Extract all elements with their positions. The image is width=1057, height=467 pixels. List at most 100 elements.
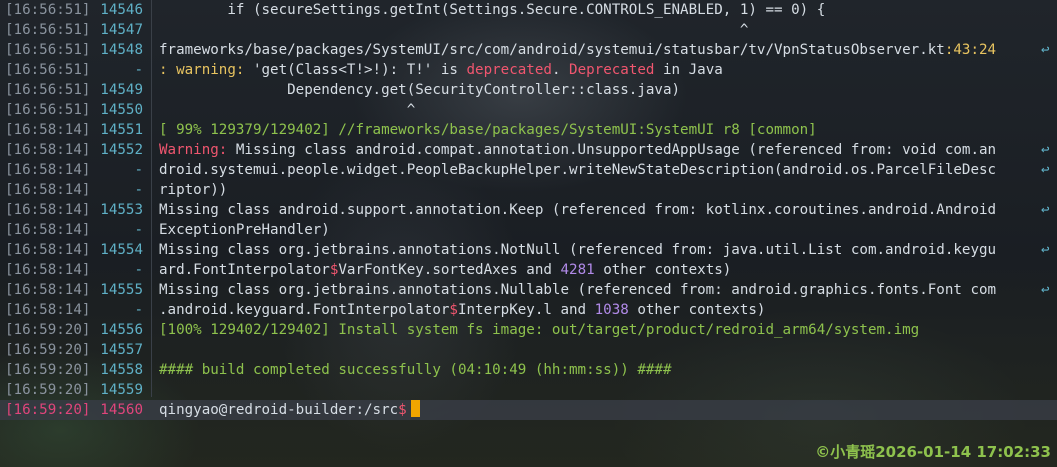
text-segment: is — [432, 62, 467, 78]
line-text: Missing class android.support.annotation… — [159, 200, 1047, 220]
line-timestamp: [16:56:51] — [5, 22, 91, 38]
shell-prompt[interactable]: qingyao@redroid-builder:/src$ — [159, 400, 1047, 420]
text-segment: deprecated — [466, 62, 552, 78]
line-number: - — [134, 222, 143, 238]
terminal-line: [16:58:14] - ExceptionPreHandler) — [0, 220, 1057, 240]
terminal-line: [16:58:14] 14551 [ 99% 129379/129402] //fr… — [0, 120, 1057, 140]
line-timestamp: [16:56:51] — [5, 62, 91, 78]
text-segment: Deprecated — [569, 62, 655, 78]
text-segment: other contexts) — [594, 262, 732, 278]
line-number: - — [134, 262, 143, 278]
line-number: 14560 — [100, 402, 143, 418]
text-segment: VarFontKey.sortedAxes and — [338, 262, 561, 278]
line-number: 14559 — [100, 382, 143, 398]
terminal-line: [16:56:51] -: warning: 'get(Class<T!>!): … — [0, 60, 1057, 80]
text-segment: $ — [449, 302, 458, 318]
line-timestamp: [16:58:14] — [5, 182, 91, 198]
text-segment: qingyao@redroid-builder:/src — [159, 402, 399, 418]
line-text: .android.keyguard.FontInterpolator$Inter… — [159, 300, 1047, 320]
line-timestamp: [16:58:14] — [5, 222, 91, 238]
line-text: Warning: Missing class android.compat.an… — [159, 140, 1047, 160]
line-timestamp: [16:59:20] — [5, 342, 91, 358]
terminal-line: [16:56:51] 14548 frameworks/base/packages/… — [0, 40, 1057, 60]
terminal-line: [16:58:14] - .android.keyguard.FontInterpo… — [0, 300, 1057, 320]
line-text: Missing class org.jetbrains.annotations.… — [159, 240, 1047, 260]
text-segment: ^ — [159, 102, 416, 118]
terminal-line: [16:58:14] 14555 Missing class org.jetbrai… — [0, 280, 1057, 300]
terminal-line: [16:58:14] - ard.FontInterpolator$VarFontK… — [0, 260, 1057, 280]
line-number: 14548 — [100, 42, 143, 58]
line-timestamp: [16:59:20] — [5, 322, 91, 338]
watermark: ©小青瑶2026-01-14 17:02:33 — [815, 443, 1051, 461]
text-segment: frameworks/base/packages/SystemUI/src/co… — [159, 42, 945, 58]
line-wrap-icon — [1041, 240, 1053, 260]
line-number: 14558 — [100, 362, 143, 378]
line-timestamp: [16:56:51] — [5, 82, 91, 98]
line-text: #### build completed successfully (04:10… — [159, 360, 1047, 380]
line-number: - — [134, 62, 143, 78]
terminal-line: [16:59:20] 14557 — [0, 340, 1057, 360]
line-number: 14547 — [100, 22, 143, 38]
line-text: frameworks/base/packages/SystemUI/src/co… — [159, 40, 1047, 60]
text-segment: riptor)) — [159, 182, 228, 198]
text-segment: other contexts) — [628, 302, 766, 318]
terminal-line: [16:58:14] 14554 Missing class org.jetbrai… — [0, 240, 1057, 260]
text-segment: Missing class android.compat.annotation.… — [235, 142, 997, 158]
line-number: 14555 — [100, 282, 143, 298]
text-segment: 'get(Class<T!>!): T!' — [252, 62, 433, 78]
line-timestamp: [16:58:14] — [5, 162, 91, 178]
text-segment: 4281 — [560, 262, 595, 278]
text-segment: [ 99% 129379/129402] //frameworks/base/p… — [159, 122, 817, 138]
line-wrap-icon — [1041, 40, 1053, 60]
terminal-line: [16:56:51] 14549 Dependency.get(SecurityC… — [0, 80, 1057, 100]
line-number: 14550 — [100, 102, 143, 118]
text-segment: ^ — [159, 22, 749, 38]
text-segment: [100% 129402/129402] Install system fs i… — [159, 322, 920, 338]
line-timestamp: [16:56:51] — [5, 42, 91, 58]
terminal-prompt-line: [16:59:20] 14560 qingyao@redroid-builder:/… — [0, 400, 1057, 420]
line-text: ^ — [159, 100, 1047, 120]
line-wrap-icon — [1041, 140, 1053, 160]
line-timestamp: [16:59:20] — [5, 382, 91, 398]
text-segment: #### build completed successfully (04:10… — [159, 362, 672, 378]
line-number: 14556 — [100, 322, 143, 338]
line-number: 14557 — [100, 342, 143, 358]
text-segment: Dependency.get(SecurityController::class… — [159, 82, 681, 98]
text-segment: Missing class org.jetbrains.annotations.… — [159, 242, 997, 258]
line-timestamp: [16:56:51] — [5, 2, 91, 18]
line-timestamp: [16:58:14] — [5, 262, 91, 278]
text-segment: : warning: — [159, 62, 253, 78]
line-number: 14549 — [100, 82, 143, 98]
text-segment: if (secureSettings.getInt(Settings.Secur… — [159, 2, 826, 18]
line-text: : warning: 'get(Class<T!>!): T!' is depr… — [159, 60, 1047, 80]
terminal-line: [16:58:14] 14553 Missing class android.sup… — [0, 200, 1057, 220]
line-wrap-icon — [1041, 160, 1053, 180]
line-number: 14553 — [100, 202, 143, 218]
line-number: 14552 — [100, 142, 143, 158]
terminal-line: [16:58:14] 14552 Warning: Missing class an… — [0, 140, 1057, 160]
text-segment: ExceptionPreHandler) — [159, 222, 330, 238]
line-number: 14551 — [100, 122, 143, 138]
terminal-line: [16:59:20] 14559 — [0, 380, 1057, 400]
text-segment: Warning: — [159, 142, 236, 158]
text-segment: in Java — [654, 62, 723, 78]
text-segment: Missing class org.jetbrains.annotations.… — [159, 282, 997, 298]
line-wrap-icon — [1041, 280, 1053, 300]
terminal-line: [16:59:20] 14556 [100% 129402/129402] Inst… — [0, 320, 1057, 340]
line-number: - — [134, 182, 143, 198]
terminal-line: [16:56:51] 14547 ^ — [0, 20, 1057, 40]
text-segment: droid.systemui.people.widget.PeopleBacku… — [159, 162, 997, 178]
line-text: riptor)) — [159, 180, 1047, 200]
line-timestamp: [16:58:14] — [5, 142, 91, 158]
text-segment: ard.FontInterpolator — [159, 262, 330, 278]
line-text: ^ — [159, 20, 1047, 40]
text-segment: :43:24 — [944, 42, 997, 58]
line-text: ard.FontInterpolator$VarFontKey.sortedAx… — [159, 260, 1047, 280]
line-wrap-icon — [1041, 200, 1053, 220]
text-segment: .android.keyguard.FontInterpolator — [159, 302, 450, 318]
line-number: 14546 — [100, 2, 143, 18]
terminal-line: [16:58:14] - droid.systemui.people.widget.… — [0, 160, 1057, 180]
terminal-window[interactable]: [16:56:51] 14546 if (secureSettings.getIn… — [0, 0, 1057, 467]
gutter-separator — [151, 0, 152, 397]
text-segment: . — [551, 62, 570, 78]
